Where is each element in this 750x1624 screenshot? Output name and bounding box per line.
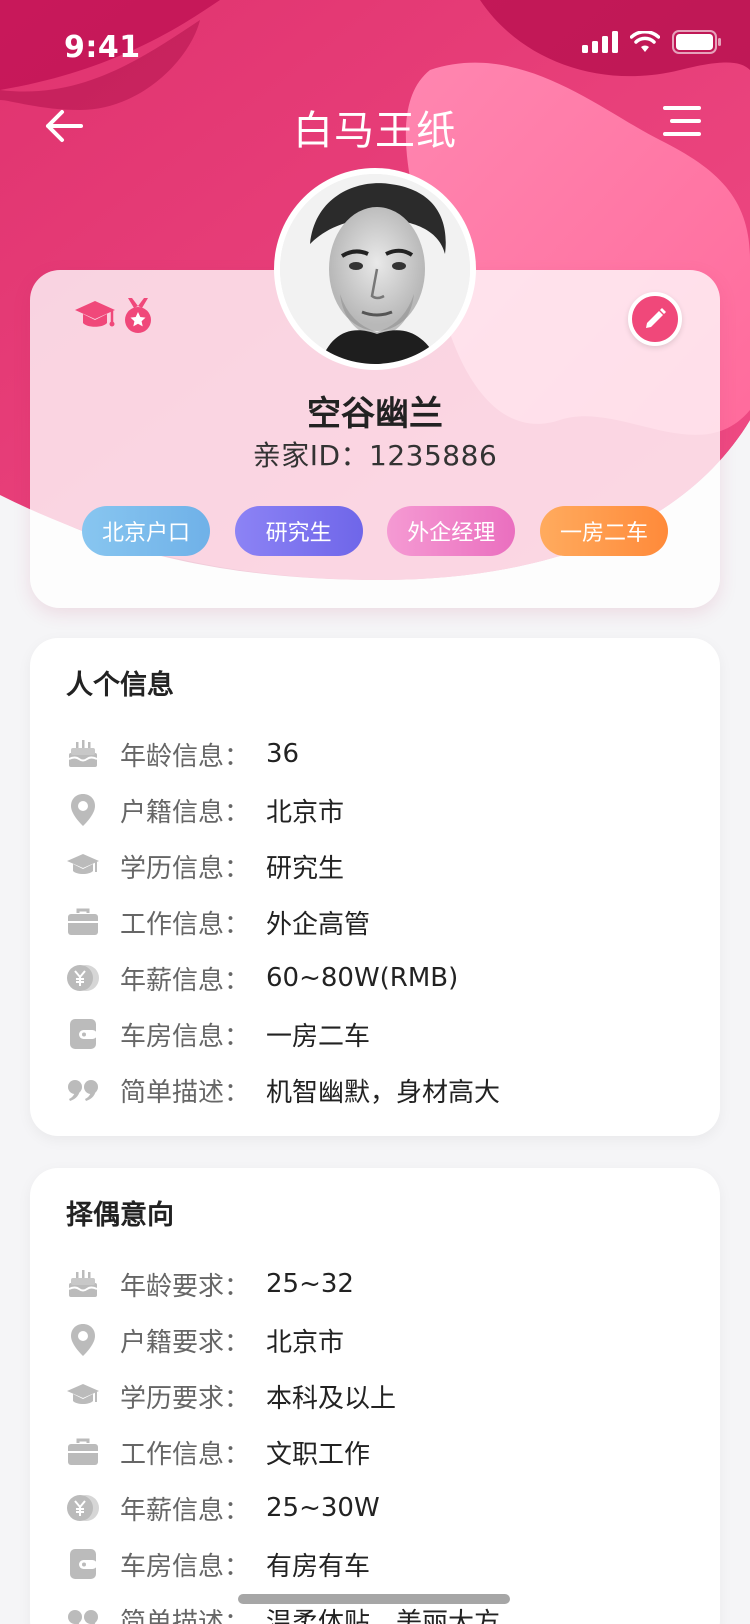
briefcase-icon bbox=[66, 1435, 100, 1469]
info-value: 本科及以上 bbox=[266, 1383, 397, 1414]
location-pin-icon bbox=[66, 1323, 100, 1357]
avatar-image bbox=[280, 174, 470, 364]
profile-id: 亲家ID：1235886 bbox=[252, 439, 498, 472]
cake-icon bbox=[66, 737, 100, 771]
info-row-salary: 年薪信息： 60~80W(RMB) bbox=[66, 950, 684, 1006]
pref-row-assets: 车房信息： 有房有车 bbox=[66, 1536, 684, 1592]
yuan-coin-icon bbox=[66, 1491, 100, 1525]
badges bbox=[74, 298, 154, 338]
info-row-age: 年龄信息： 36 bbox=[66, 726, 684, 782]
battery-icon bbox=[672, 30, 722, 58]
pref-row-hukou: 户籍要求： 北京市 bbox=[66, 1312, 684, 1368]
wallet-icon bbox=[66, 1547, 100, 1581]
status-icons bbox=[582, 30, 722, 58]
info-label: 学历信息： bbox=[120, 853, 251, 884]
info-label: 车房信息： bbox=[120, 1551, 251, 1582]
profile-name: 空谷幽兰 bbox=[307, 394, 443, 434]
info-label: 年薪信息： bbox=[120, 965, 251, 996]
avatar[interactable] bbox=[274, 168, 476, 370]
tag-education[interactable]: 研究生 bbox=[234, 506, 363, 556]
menu-icon bbox=[663, 106, 701, 136]
info-label: 简单描述： bbox=[120, 1077, 251, 1108]
info-label: 工作信息： bbox=[120, 1439, 251, 1470]
pencil-icon bbox=[646, 308, 666, 328]
briefcase-icon bbox=[66, 905, 100, 939]
info-label: 年薪信息： bbox=[120, 1495, 251, 1526]
info-label: 户籍信息： bbox=[120, 797, 251, 828]
info-label: 户籍要求： bbox=[120, 1327, 251, 1358]
personal-info-card: 人个信息 年龄信息： 36 户籍信息： 北京市 学历信息： 研究生 工作信息： … bbox=[30, 638, 720, 1136]
info-value: 一房二车 bbox=[266, 1021, 371, 1052]
info-row-education: 学历信息： 研究生 bbox=[66, 838, 684, 894]
info-label: 简单描述： bbox=[120, 1607, 251, 1624]
info-label: 学历要求： bbox=[120, 1383, 251, 1414]
quote-icon bbox=[66, 1073, 100, 1107]
pref-row-age: 年龄要求： 25~32 bbox=[66, 1256, 684, 1312]
graduation-cap-icon bbox=[74, 299, 116, 337]
partner-preference-title: 择偶意向 bbox=[66, 1200, 174, 1231]
info-label: 年龄要求： bbox=[120, 1271, 251, 1302]
info-row-job: 工作信息： 外企高管 bbox=[66, 894, 684, 950]
status-bar: 9:41 bbox=[0, 0, 750, 88]
info-value: 36 bbox=[266, 739, 300, 769]
pref-row-job: 工作信息： 文职工作 bbox=[66, 1424, 684, 1480]
medal-icon bbox=[122, 298, 154, 338]
info-label: 工作信息： bbox=[120, 909, 251, 940]
info-label: 年龄信息： bbox=[120, 741, 251, 772]
info-value: 文职工作 bbox=[266, 1439, 371, 1470]
tag-assets[interactable]: 一房二车 bbox=[539, 506, 668, 556]
wallet-icon bbox=[66, 1017, 100, 1051]
tag-list: 北京户口 研究生 外企经理 一房二车 bbox=[82, 506, 668, 556]
signal-icon bbox=[582, 31, 618, 57]
info-row-assets: 车房信息： 一房二车 bbox=[66, 1006, 684, 1062]
info-value: 机智幽默，身材高大 bbox=[266, 1077, 501, 1108]
partner-preference-card: 择偶意向 年龄要求： 25~32 户籍要求： 北京市 学历要求： 本科及以上 工… bbox=[30, 1168, 720, 1624]
wifi-icon bbox=[629, 30, 661, 57]
info-value: 25~30W bbox=[266, 1493, 380, 1523]
menu-button[interactable] bbox=[662, 104, 710, 148]
profile-screen: 9:41 白马王纸 空谷幽兰 亲家ID：1235886 北京户口 研究生 外企经… bbox=[0, 0, 750, 1624]
info-value: 北京市 bbox=[266, 797, 345, 828]
tag-hukou[interactable]: 北京户口 bbox=[82, 506, 210, 556]
info-value: 有房有车 bbox=[266, 1551, 371, 1582]
cake-icon bbox=[66, 1267, 100, 1301]
pref-row-education: 学历要求： 本科及以上 bbox=[66, 1368, 684, 1424]
graduation-cap-icon bbox=[66, 1379, 100, 1413]
info-value: 25~32 bbox=[266, 1269, 354, 1299]
status-time: 9:41 bbox=[64, 30, 141, 65]
info-value: 60~80W(RMB) bbox=[266, 963, 459, 993]
location-pin-icon bbox=[66, 793, 100, 827]
personal-info-title: 人个信息 bbox=[66, 670, 174, 701]
info-value: 北京市 bbox=[266, 1327, 345, 1358]
info-value: 外企高管 bbox=[266, 909, 371, 940]
info-label: 车房信息： bbox=[120, 1021, 251, 1052]
pref-row-salary: 年薪信息： 25~30W bbox=[66, 1480, 684, 1536]
graduation-cap-icon bbox=[66, 849, 100, 883]
info-row-description: 简单描述： 机智幽默，身材高大 bbox=[66, 1062, 684, 1118]
info-value: 温柔体贴，美丽大方 bbox=[266, 1607, 501, 1624]
home-indicator[interactable] bbox=[238, 1594, 510, 1604]
quote-icon bbox=[66, 1603, 100, 1624]
tag-job[interactable]: 外企经理 bbox=[387, 506, 516, 556]
page-title: 白马王纸 bbox=[293, 108, 457, 154]
info-row-hukou: 户籍信息： 北京市 bbox=[66, 782, 684, 838]
yuan-coin-icon bbox=[66, 961, 100, 995]
edit-profile-button[interactable] bbox=[628, 292, 682, 346]
info-value: 研究生 bbox=[266, 853, 345, 884]
